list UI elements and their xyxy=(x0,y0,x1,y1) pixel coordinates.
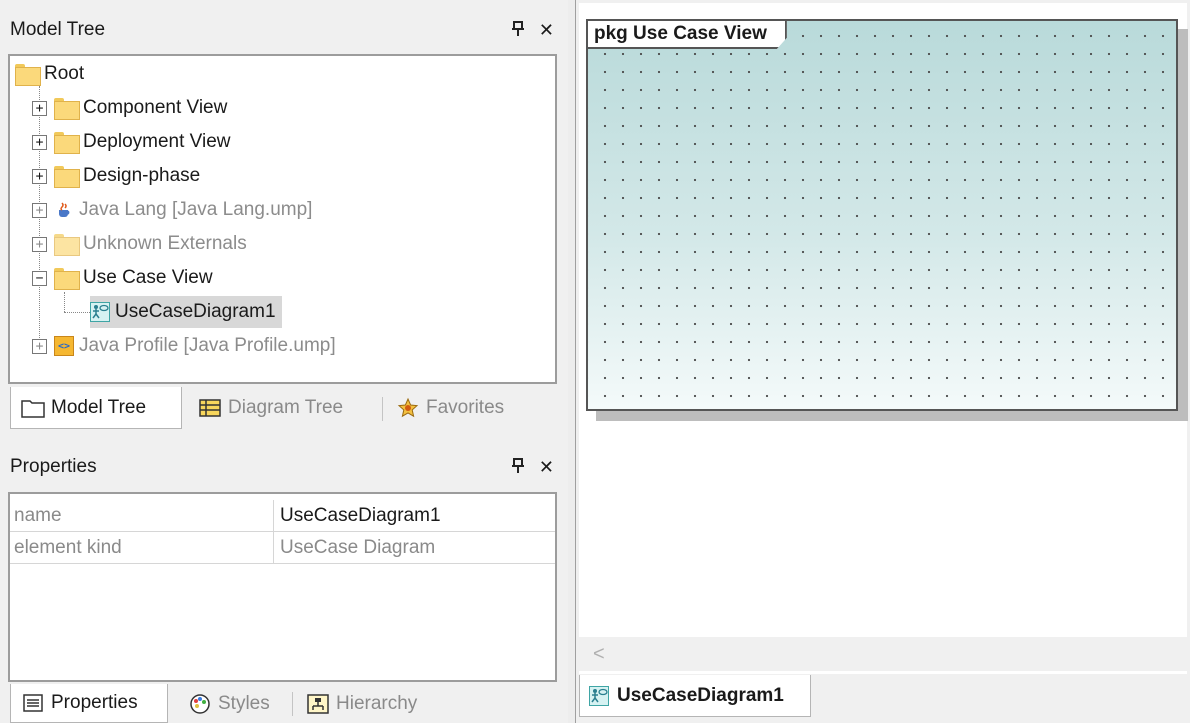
property-value-field[interactable]: UseCaseDiagram1 xyxy=(273,500,553,531)
close-icon[interactable]: ✕ xyxy=(539,21,554,39)
package-label[interactable]: pkg Use Case View xyxy=(588,21,787,49)
tab-favorites[interactable]: Favorites xyxy=(386,387,536,429)
left-panel: Model Tree ✕ Root + Component View + Dep… xyxy=(0,0,568,723)
tab-model-tree[interactable]: Model Tree xyxy=(10,387,182,429)
tree-item-use-case-view[interactable]: − Use Case View xyxy=(32,262,213,294)
properties-title: Properties xyxy=(10,456,97,477)
property-name: name xyxy=(14,505,62,526)
properties-grid: name UseCaseDiagram1 element kind UseCas… xyxy=(8,492,557,682)
tab-label: Hierarchy xyxy=(336,692,418,714)
expand-icon[interactable]: + xyxy=(32,338,47,354)
usecase-diagram-icon xyxy=(90,302,110,322)
scroll-left-icon[interactable]: < xyxy=(593,643,605,666)
diagram-tree-icon xyxy=(198,398,222,418)
properties-header: Properties ✕ xyxy=(0,447,568,487)
collapse-icon[interactable]: − xyxy=(32,270,47,286)
usecase-diagram-icon xyxy=(589,685,609,706)
property-row-name: name UseCaseDiagram1 xyxy=(10,500,555,532)
tree-item-label: UseCaseDiagram1 xyxy=(115,301,276,322)
tree-item-design-phase[interactable]: + Design-phase xyxy=(32,160,200,192)
tree-item-java-profile[interactable]: + <> Java Profile [Java Profile.ump] xyxy=(32,330,336,362)
pin-icon[interactable] xyxy=(511,20,525,40)
tree-item-usecasediagram1[interactable]: UseCaseDiagram1 xyxy=(90,296,282,328)
model-tree-header: Model Tree ✕ xyxy=(0,10,568,50)
model-tree-tabs: Model Tree Diagram Tree Favorites xyxy=(0,387,568,431)
expand-icon[interactable]: + xyxy=(32,236,47,252)
tab-diagram-tree[interactable]: Diagram Tree xyxy=(188,387,378,429)
tree-item-label: Design-phase xyxy=(83,165,201,186)
expand-icon[interactable]: + xyxy=(32,168,47,184)
pin-icon[interactable] xyxy=(511,457,525,477)
tree-item-deployment-view[interactable]: + Deployment View xyxy=(32,126,231,158)
folder-icon xyxy=(54,166,80,188)
tab-hierarchy[interactable]: Hierarchy xyxy=(296,684,456,723)
diagram-editor: pkg Use Case View < UseCaseDiagram1 xyxy=(575,0,1190,723)
tab-label: Favorites xyxy=(426,397,505,418)
hierarchy-icon xyxy=(306,693,330,714)
tree-item-label: Java Profile [Java Profile.ump] xyxy=(79,335,336,356)
tree-item-label: Unknown Externals xyxy=(83,233,247,254)
tree-item-label: Use Case View xyxy=(83,267,213,288)
tree-item-label: Deployment View xyxy=(83,131,231,152)
model-tree-title: Model Tree xyxy=(10,19,106,40)
tab-label: Styles xyxy=(218,692,270,714)
folder-icon xyxy=(54,132,80,154)
palette-icon xyxy=(188,693,212,714)
folder-icon xyxy=(54,98,80,120)
expand-icon[interactable]: + xyxy=(32,202,47,218)
tree-item-label: Root xyxy=(44,63,85,84)
folder-icon xyxy=(54,268,80,290)
properties-icon xyxy=(21,693,45,713)
java-cup-icon xyxy=(54,200,74,220)
folder-outline-icon xyxy=(21,398,45,418)
tree-item-java-lang[interactable]: + Java Lang [Java Lang.ump] xyxy=(32,194,312,226)
tab-properties[interactable]: Properties xyxy=(10,684,168,723)
expand-icon[interactable]: + xyxy=(32,100,47,116)
doc-tab-label: UseCaseDiagram1 xyxy=(617,684,784,706)
properties-tabs: Properties Styles Hierarchy xyxy=(0,684,568,723)
diagram-canvas[interactable]: pkg Use Case View < xyxy=(579,3,1188,674)
tree-item-label: Component View xyxy=(83,97,228,118)
property-row-element-kind: element kind UseCase Diagram xyxy=(10,532,555,564)
folder-icon xyxy=(54,234,80,256)
tab-label: Properties xyxy=(51,692,138,713)
package-frame[interactable]: pkg Use Case View xyxy=(586,19,1178,411)
tab-styles[interactable]: Styles xyxy=(178,684,290,723)
favorites-star-icon xyxy=(396,397,420,418)
model-tree-view[interactable]: Root + Component View + Deployment View … xyxy=(8,54,557,384)
property-name: element kind xyxy=(14,537,122,558)
tab-usecasediagram1[interactable]: UseCaseDiagram1 xyxy=(579,675,811,717)
tree-item-component-view[interactable]: + Component View xyxy=(32,92,227,124)
property-value: UseCase Diagram xyxy=(273,532,553,563)
horizontal-scrollbar[interactable]: < xyxy=(579,637,1187,671)
tree-item-label: Java Lang [Java Lang.ump] xyxy=(79,199,313,220)
tree-item-root[interactable]: Root xyxy=(15,58,84,90)
tab-label: Diagram Tree xyxy=(228,397,344,418)
close-icon[interactable]: ✕ xyxy=(539,458,554,476)
tab-label: Model Tree xyxy=(51,396,147,418)
folder-icon xyxy=(15,64,41,86)
expand-icon[interactable]: + xyxy=(32,134,47,150)
profile-icon: <> xyxy=(54,336,74,356)
tree-item-unknown-externals[interactable]: + Unknown Externals xyxy=(32,228,247,260)
